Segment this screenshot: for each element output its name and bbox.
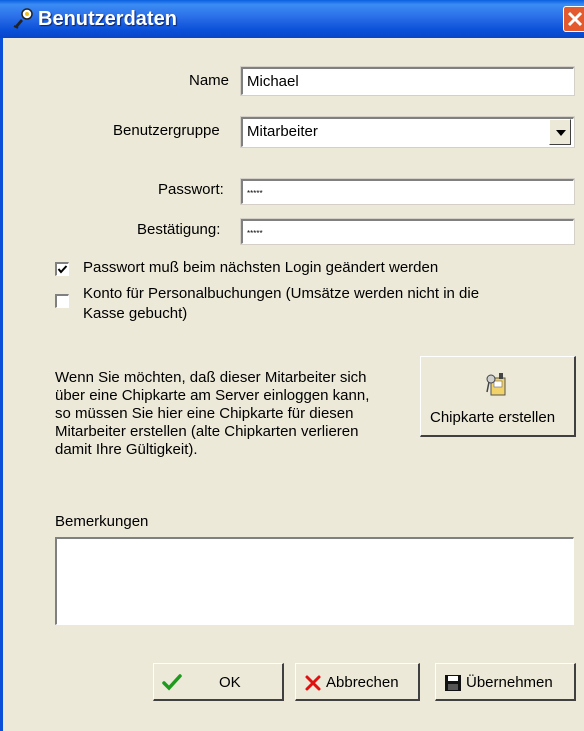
create-chipcard-button[interactable]: Chipkarte erstellen [420, 356, 576, 437]
chipcard-info-text: Wenn Sie möchten, daß dieser Mitarbeiter… [55, 369, 395, 459]
apply-button[interactable]: Übernehmen [435, 663, 576, 701]
must-change-password-checkbox[interactable] [55, 262, 69, 276]
window-title: Benutzerdaten [38, 8, 177, 30]
dialog-window: Benutzerdaten Name Michael Benutzergrupp… [0, 0, 584, 731]
group-select[interactable]: Mitarbeiter [240, 116, 575, 148]
group-dropdown-button[interactable] [549, 119, 571, 145]
remarks-textarea[interactable] [55, 537, 574, 625]
group-select-value: Mitarbeiter [247, 123, 318, 140]
group-label: Benutzergruppe [113, 122, 220, 139]
close-button[interactable] [563, 6, 584, 32]
close-x-icon [305, 675, 321, 691]
confirm-password-input[interactable]: ***** [240, 218, 575, 245]
close-icon [567, 11, 583, 27]
cancel-button[interactable]: Abbrechen [295, 663, 420, 701]
floppy-disk-icon [445, 675, 461, 691]
info-line: Wenn Sie möchten, daß dieser Mitarbeiter… [55, 369, 367, 386]
user-key-icon [13, 8, 33, 29]
info-line: so müssen Sie hier eine Chipkarte für di… [55, 405, 354, 422]
confirm-password-label: Bestätigung: [137, 221, 221, 238]
create-chipcard-label: Chipkarte erstellen [430, 409, 556, 426]
title-bar[interactable]: Benutzerdaten [0, 0, 584, 38]
name-label: Name [189, 72, 230, 89]
info-line: damit Ihre Gültigkeit). [55, 441, 198, 458]
must-change-password-label: Passwort muß beim nächsten Login geänder… [83, 259, 439, 276]
info-line: über eine Chipkarte am Server einloggen … [55, 387, 370, 404]
staff-account-label-line2: Kasse gebucht) [83, 305, 188, 322]
checkmark-icon [57, 265, 68, 274]
staff-account-label-line1: Konto für Personalbuchungen (Umsätze wer… [83, 285, 480, 302]
info-line: Mitarbeiter erstellen (alte Chipkarten v… [55, 423, 359, 440]
ok-label: OK [219, 674, 241, 691]
apply-label: Übernehmen [466, 674, 553, 691]
checkmark-icon [162, 674, 182, 691]
cancel-label: Abbrechen [326, 674, 399, 691]
password-label: Passwort: [158, 181, 224, 198]
staff-account-checkbox[interactable] [55, 294, 69, 308]
remarks-label: Bemerkungen [55, 513, 149, 530]
chipcard-key-icon [486, 373, 506, 396]
password-input[interactable]: ***** [240, 178, 575, 205]
ok-button[interactable]: OK [153, 663, 284, 701]
name-input[interactable]: Michael [240, 66, 575, 96]
window-frame-left [0, 38, 3, 731]
